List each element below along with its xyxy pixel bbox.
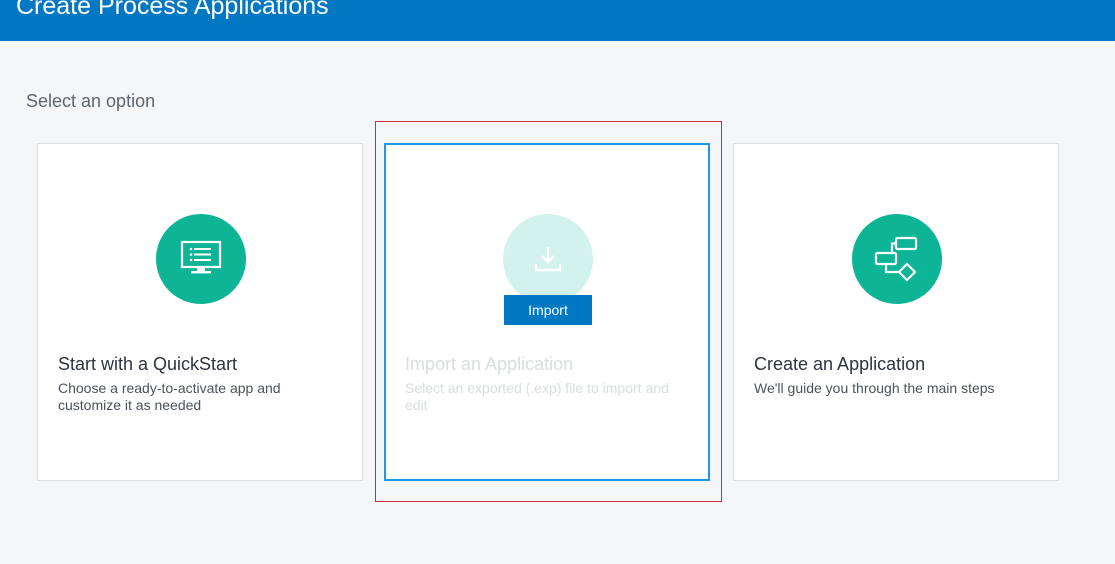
import-description: Select an exported (.exp) file to import… xyxy=(405,380,669,413)
import-icon-circle xyxy=(503,214,593,304)
quickstart-icon-circle xyxy=(156,214,246,304)
import-title: Import an Application xyxy=(405,354,574,374)
app-header: Create Process Applications xyxy=(0,0,1115,41)
quickstart-title: Start with a QuickStart xyxy=(58,354,238,374)
create-title: Create an Application xyxy=(754,354,926,374)
import-button[interactable]: Import xyxy=(504,295,592,325)
monitor-icon xyxy=(180,240,222,274)
quickstart-description: Choose a ready-to-activate app and custo… xyxy=(58,380,281,413)
flowchart-icon xyxy=(874,236,918,282)
quickstart-card[interactable]: Start with a QuickStart Choose a ready-t… xyxy=(37,143,363,481)
import-application-card[interactable]: Import Import an Application Select an e… xyxy=(384,143,710,481)
create-application-card[interactable]: Create an Application We'll guide you th… xyxy=(733,143,1059,481)
create-icon-circle xyxy=(852,214,942,304)
create-description: We'll guide you through the main steps xyxy=(754,380,995,396)
page-title: Create Process Applications xyxy=(16,0,329,20)
download-icon xyxy=(534,247,562,272)
select-option-heading: Select an option xyxy=(26,91,156,111)
